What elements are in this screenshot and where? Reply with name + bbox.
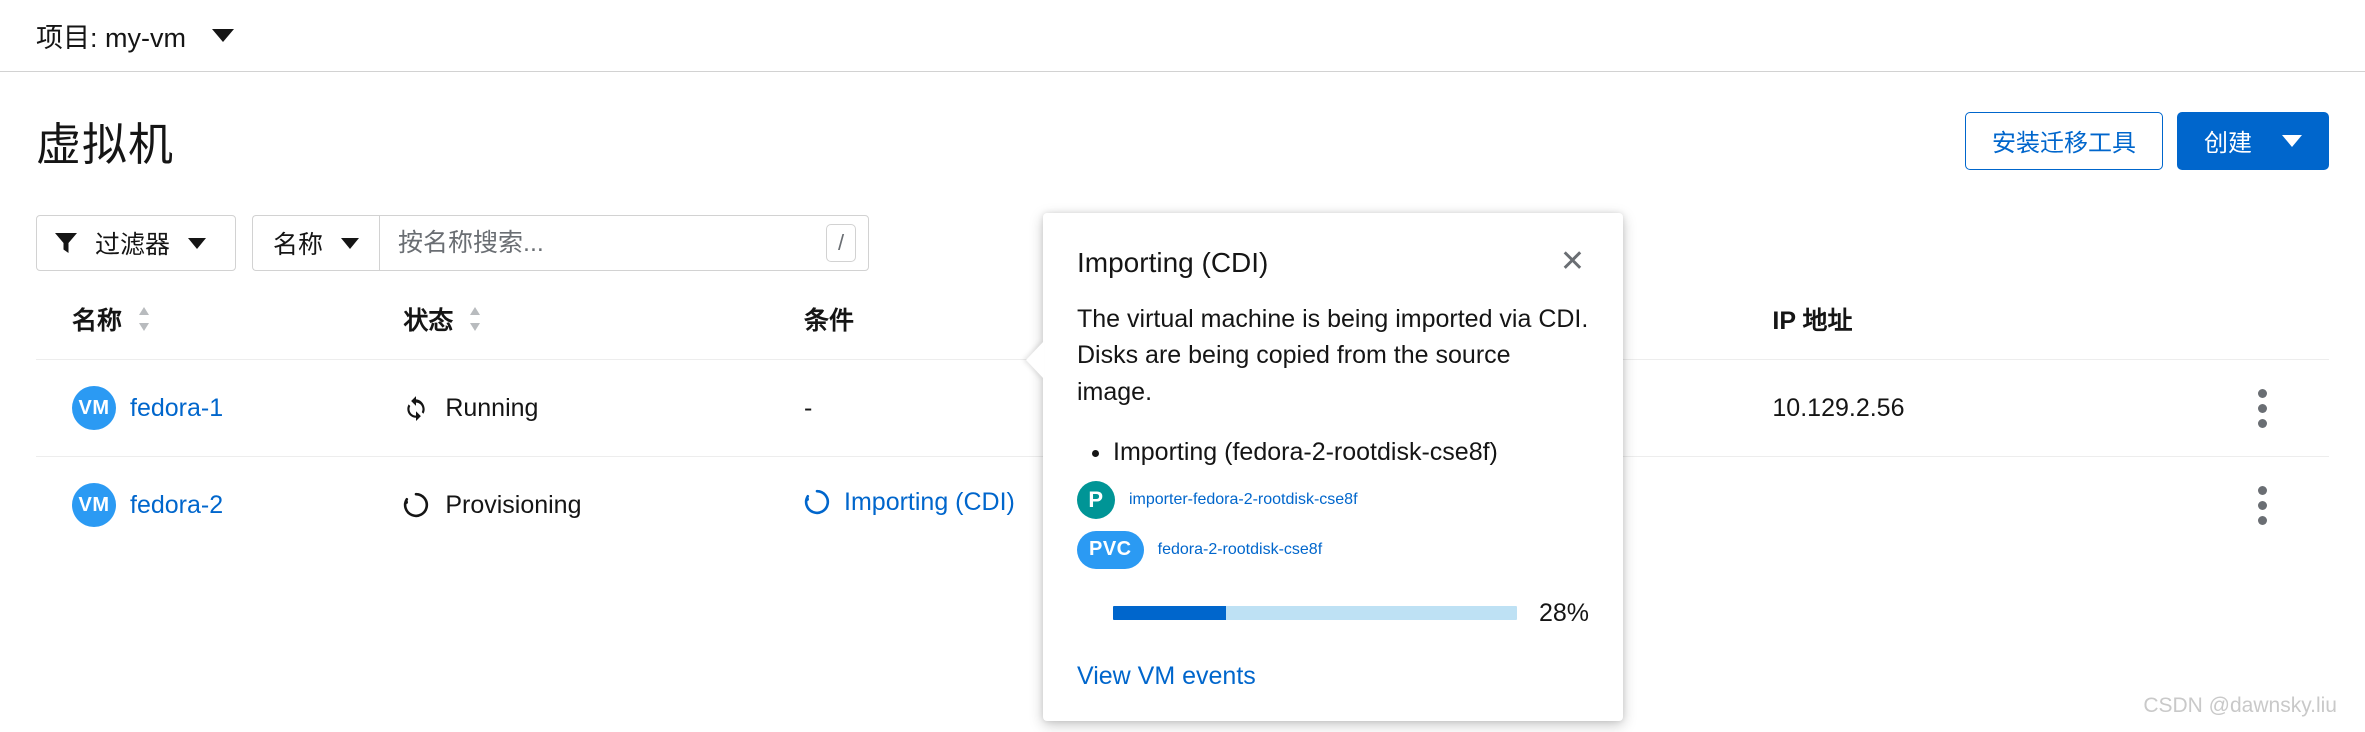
- vm-badge-icon: VM: [72, 386, 116, 430]
- project-bar: 项目: my-vm: [0, 0, 2365, 72]
- cell-ip: 10.129.2.56: [1772, 359, 2196, 457]
- pod-link[interactable]: importer-fedora-2-rootdisk-cse8f: [1129, 491, 1358, 509]
- project-selector[interactable]: 项目: my-vm: [36, 16, 234, 55]
- progress-track: [1113, 606, 1517, 621]
- cell-ip: [1772, 456, 2196, 553]
- popover-description: The virtual machine is being imported vi…: [1077, 305, 1589, 406]
- cell-status: Running: [403, 359, 805, 457]
- cell-actions: [2195, 456, 2329, 553]
- create-button[interactable]: 创建: [2177, 111, 2329, 170]
- column-header-actions: [2195, 301, 2329, 360]
- pvc-badge-icon: PVC: [1077, 530, 1144, 569]
- search-shortcut-badge: /: [826, 224, 857, 262]
- status-text: Running: [445, 393, 539, 422]
- cell-name: VM fedora-1: [36, 359, 404, 457]
- chevron-down-icon: [2282, 134, 2302, 147]
- resource-link-pvc: PVC fedora-2-rootdisk-cse8f: [1077, 530, 1589, 569]
- column-header-ip-label: IP 地址: [1772, 307, 1853, 335]
- vm-badge-icon: VM: [72, 483, 116, 527]
- progress-label: 28%: [1538, 598, 1589, 627]
- pvc-link[interactable]: fedora-2-rootdisk-cse8f: [1158, 541, 1323, 559]
- sort-icon: [470, 307, 481, 331]
- popover-title: Importing (CDI): [1077, 247, 1269, 278]
- import-progress: 28%: [1077, 599, 1589, 628]
- page-header: 虚拟机 安装迁移工具 创建: [0, 72, 2365, 173]
- list-item: Importing (fedora-2-rootdisk-cse8f): [1113, 438, 1589, 467]
- filter-icon: [55, 233, 77, 253]
- project-selector-label: 项目: my-vm: [36, 23, 186, 53]
- search-input[interactable]: [380, 216, 869, 270]
- progress-fill: [1113, 606, 1227, 621]
- page-title: 虚拟机: [36, 119, 175, 170]
- column-header-name-label: 名称: [72, 307, 123, 335]
- search-attribute-dropdown[interactable]: 名称: [252, 215, 380, 271]
- cell-status: Provisioning: [403, 456, 805, 553]
- status-text: Provisioning: [445, 490, 582, 519]
- vm-name-link[interactable]: fedora-1: [130, 394, 223, 423]
- column-header-name[interactable]: 名称: [36, 301, 403, 360]
- row-actions-kebab-icon[interactable]: [2195, 388, 2329, 428]
- column-header-conditions-label: 条件: [804, 307, 855, 335]
- sync-icon: [407, 396, 425, 421]
- popover-arrow: [1026, 341, 1044, 379]
- filter-dropdown[interactable]: 过滤器: [36, 215, 236, 271]
- cell-name: VM fedora-2: [36, 456, 404, 553]
- chevron-down-icon: [211, 29, 234, 42]
- column-header-status[interactable]: 状态: [403, 301, 804, 360]
- create-button-label: 创建: [2204, 130, 2252, 157]
- watermark: CSDN @dawnsky.liu: [2143, 694, 2337, 717]
- column-header-ip: IP 地址: [1772, 301, 2195, 360]
- view-vm-events-link[interactable]: View VM events: [1077, 662, 1256, 690]
- in-progress-icon: [404, 492, 429, 518]
- sort-icon: [139, 307, 150, 331]
- resource-link-pod: P importer-fedora-2-rootdisk-cse8f: [1077, 480, 1589, 519]
- search-field-wrapper: /: [379, 215, 870, 271]
- popover-resource-links: P importer-fedora-2-rootdisk-cse8f PVC f…: [1077, 480, 1589, 569]
- popover-header: Importing (CDI) ✕: [1077, 247, 1589, 279]
- chevron-down-icon: [341, 237, 360, 249]
- search-attribute-label: 名称: [273, 231, 324, 259]
- popover-footer: View VM events: [1077, 662, 1589, 691]
- popover-list: Importing (fedora-2-rootdisk-cse8f): [1077, 438, 1589, 467]
- install-migration-tool-button[interactable]: 安装迁移工具: [1965, 111, 2163, 170]
- cell-actions: [2195, 359, 2329, 457]
- condition-importing-link[interactable]: Importing (CDI): [804, 488, 1015, 517]
- importing-popover: Importing (CDI) ✕ The virtual machine is…: [1026, 213, 1623, 721]
- column-header-status-label: 状态: [403, 307, 454, 335]
- row-actions-kebab-icon[interactable]: [2195, 485, 2329, 525]
- page-actions: 安装迁移工具 创建: [1965, 111, 2329, 170]
- vm-name-link[interactable]: fedora-2: [130, 491, 223, 520]
- chevron-down-icon: [188, 237, 207, 249]
- filter-dropdown-label: 过滤器: [95, 231, 171, 259]
- pod-badge-icon: P: [1077, 480, 1115, 519]
- condition-link-label: Importing (CDI): [844, 487, 1015, 516]
- search-group: 名称 /: [252, 215, 870, 271]
- in-progress-icon: [804, 490, 830, 515]
- close-icon[interactable]: ✕: [1556, 247, 1589, 277]
